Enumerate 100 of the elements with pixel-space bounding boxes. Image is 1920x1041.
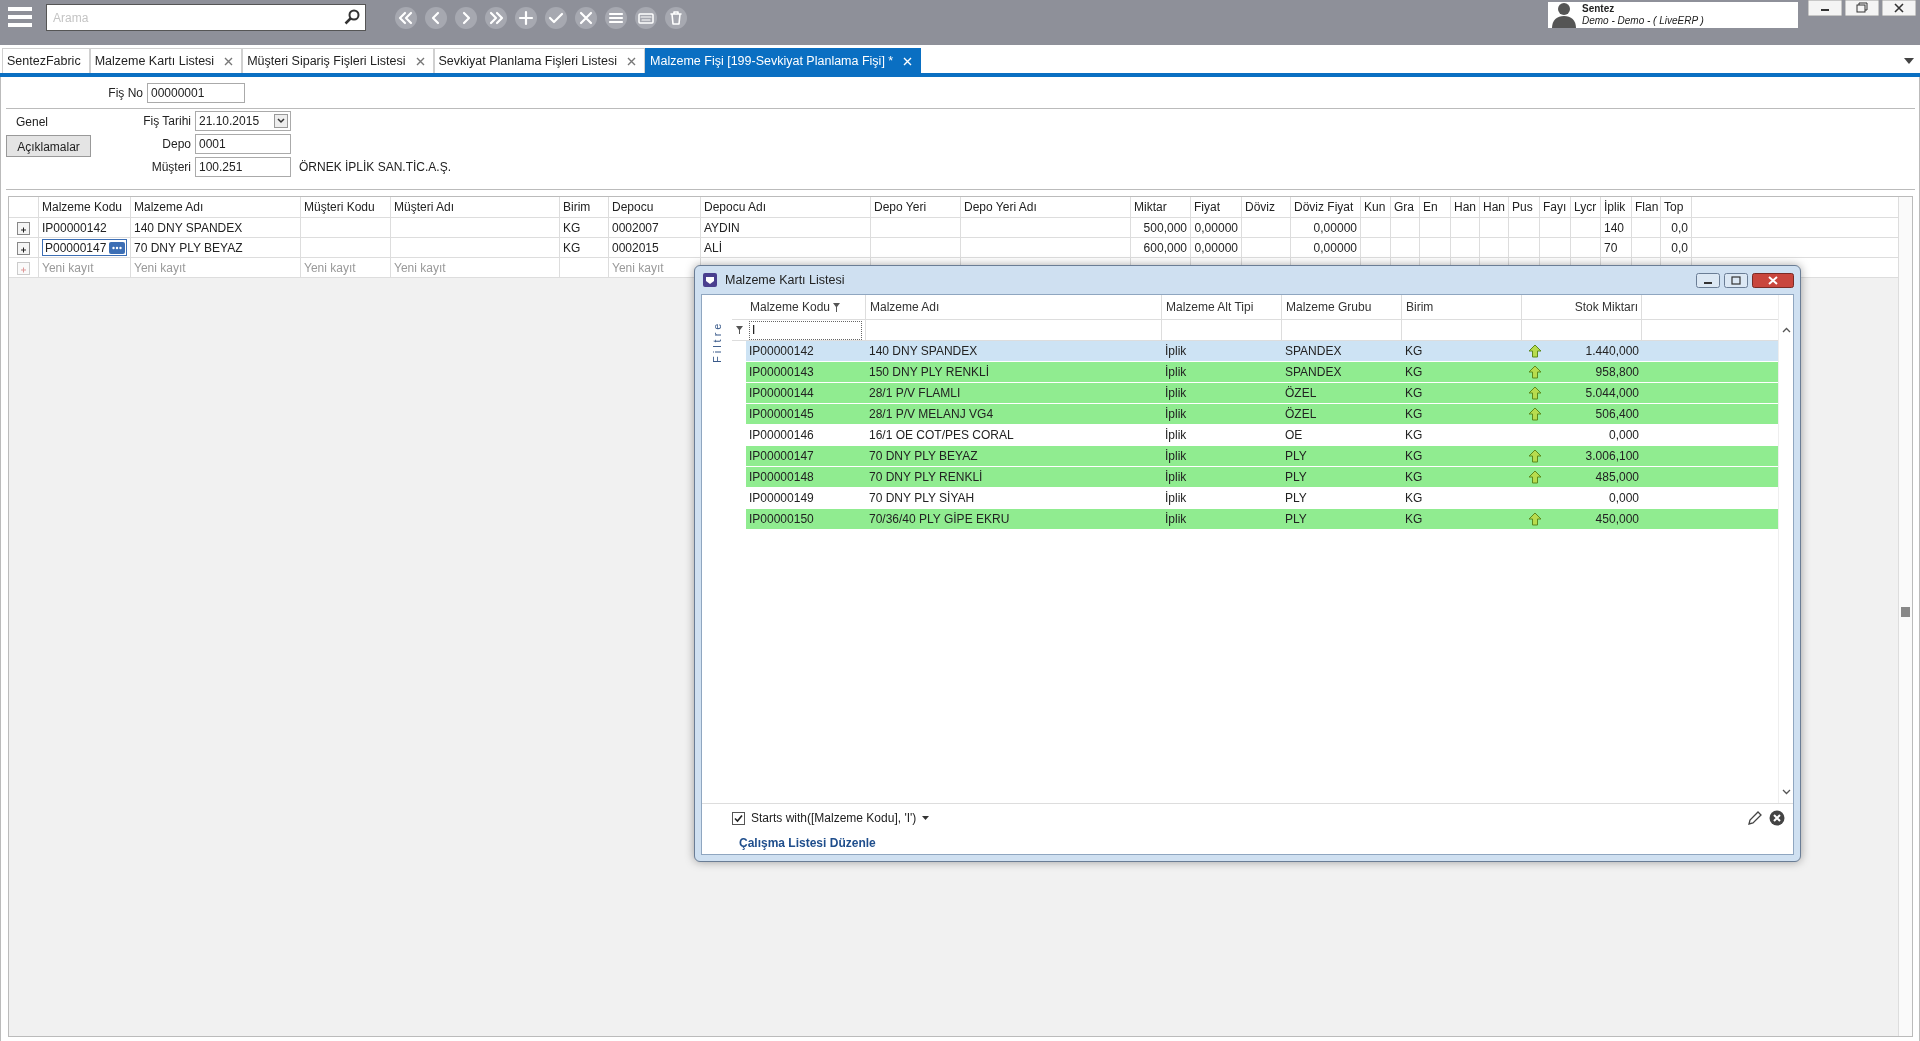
column-header[interactable]: Han xyxy=(1451,197,1480,217)
column-header[interactable]: Kun xyxy=(1361,197,1391,217)
column-header[interactable]: Malzeme Kodu xyxy=(746,295,866,319)
table-row[interactable]: IP00000147 70 DNY PLY BEYAZ İplik PLY KG 3.006,100 xyxy=(746,446,1778,467)
filter-input[interactable]: I xyxy=(749,320,862,340)
column-header[interactable]: Malzeme Kodu xyxy=(39,197,131,217)
column-header[interactable]: Malzeme Alt Tipi xyxy=(1162,295,1282,319)
column-header[interactable]: Malzeme Adı xyxy=(866,295,1162,319)
column-header[interactable]: En xyxy=(1420,197,1451,217)
table-row[interactable]: IP00000142 140 DNY SPANDEX İplik SPANDEX KG 1.440,000 xyxy=(746,341,1778,362)
column-header[interactable]: Döviz Fiyat xyxy=(1291,197,1361,217)
column-header[interactable]: Malzeme Grubu xyxy=(1282,295,1402,319)
ellipsis-icon[interactable] xyxy=(109,241,125,254)
up-arrow-icon xyxy=(1528,449,1542,463)
column-header[interactable]: Fiyat xyxy=(1191,197,1242,217)
table-cell: 506,400 xyxy=(1595,407,1639,421)
search-field[interactable]: Arama xyxy=(46,4,366,31)
column-header[interactable]: Han xyxy=(1480,197,1509,217)
table-cell: KG xyxy=(1405,407,1423,421)
document-tab[interactable]: Sevkiyat Planlama Fişleri Listesi xyxy=(433,48,646,73)
dropdown-icon[interactable] xyxy=(1904,57,1914,64)
table-cell: İplik xyxy=(1165,449,1187,463)
column-header[interactable]: Top xyxy=(1661,197,1692,217)
column-header[interactable]: Lycr xyxy=(1571,197,1601,217)
column-header[interactable]: İplik xyxy=(1601,197,1632,217)
clear-filter-icon[interactable] xyxy=(1769,810,1785,826)
column-header[interactable]: Müşteri Kodu xyxy=(301,197,391,217)
last-icon[interactable] xyxy=(484,6,508,30)
input-field[interactable]: 0001 xyxy=(195,134,291,154)
close-icon[interactable] xyxy=(1752,272,1794,288)
first-icon[interactable] xyxy=(394,6,418,30)
list-icon[interactable] xyxy=(604,6,628,30)
confirm-icon[interactable] xyxy=(544,6,568,30)
side-tab[interactable]: Açıklamalar xyxy=(6,135,91,157)
column-header[interactable]: Malzeme Adı xyxy=(131,197,301,217)
column-header[interactable]: Pus xyxy=(1509,197,1540,217)
menu-icon[interactable] xyxy=(8,6,32,28)
table-row[interactable]: IP00000143 150 DNY PLY RENKLİ İplik SPANDEX KG 958,800 xyxy=(746,362,1778,383)
keyboard-icon[interactable] xyxy=(634,6,658,30)
table-row[interactable]: IP00000145 28/1 P/V MELANJ VG4 İplik ÖZEL KG 506,400 xyxy=(746,404,1778,425)
document-tab[interactable]: Müşteri Sipariş Fişleri Listesi xyxy=(242,48,434,73)
pencil-icon[interactable] xyxy=(1747,810,1763,826)
table-cell: IP00000146 xyxy=(749,428,814,442)
add-icon[interactable] xyxy=(514,6,538,30)
column-header[interactable]: Gra xyxy=(1391,197,1420,217)
column-header[interactable]: Depo Yeri xyxy=(871,197,961,217)
table-cell: IP00000144 xyxy=(749,386,814,400)
table-row[interactable]: IP00000148 70 DNY PLY RENKLİ İplik PLY KG 485,000 xyxy=(746,467,1778,488)
input-field[interactable]: 100.251 xyxy=(195,157,291,177)
document-tab[interactable]: SentezFabric xyxy=(2,48,90,73)
column-header[interactable]: Birim xyxy=(560,197,609,217)
table-row[interactable]: IP00000144 28/1 P/V FLAMLI İplik ÖZEL KG 5.044,000 xyxy=(746,383,1778,404)
column-header[interactable]: Stok Miktarı xyxy=(1522,295,1642,319)
search-icon[interactable] xyxy=(344,9,360,25)
column-header[interactable]: Depo Yeri Adı xyxy=(961,197,1131,217)
checkbox[interactable] xyxy=(732,811,745,825)
minimize-icon[interactable] xyxy=(1696,272,1720,288)
cancel-icon[interactable] xyxy=(574,6,598,30)
column-header[interactable]: Döviz xyxy=(1242,197,1291,217)
cell-editor[interactable]: P00000147 xyxy=(42,239,127,256)
user-panel[interactable]: Sentez Demo - Demo - ( LiveERP ) xyxy=(1548,2,1798,28)
column-header[interactable]: Flan xyxy=(1632,197,1661,217)
table-cell: KG xyxy=(1405,344,1423,358)
table-cell: 0,0 xyxy=(1661,238,1692,257)
column-header[interactable]: Fayı xyxy=(1540,197,1571,217)
table-cell: 5.044,000 xyxy=(1585,386,1639,400)
table-cell: IP00000143 xyxy=(749,365,814,379)
edit-worklist-link[interactable]: Çalışma Listesi Düzenle xyxy=(739,836,876,850)
filter-expression[interactable]: Starts with([Malzeme Kodu], 'I') xyxy=(751,811,917,825)
date-field[interactable]: 21.10.2015 xyxy=(195,111,291,131)
table-cell: 0002007 xyxy=(609,218,701,237)
dropdown-icon[interactable] xyxy=(274,114,288,128)
delete-icon[interactable] xyxy=(664,6,688,30)
table-cell: 485,000 xyxy=(1595,470,1639,484)
expand-icon[interactable] xyxy=(17,222,30,235)
filter-icon[interactable] xyxy=(833,302,841,312)
caret-icon[interactable] xyxy=(922,816,930,820)
column-header[interactable]: Miktar xyxy=(1131,197,1191,217)
tab-label: Müşteri Sipariş Fişleri Listesi xyxy=(247,54,406,68)
up-arrow-icon xyxy=(1528,344,1542,358)
next-icon[interactable] xyxy=(454,6,478,30)
filter-panel-label[interactable]: Filtre xyxy=(711,315,723,363)
table-cell: 70 DNY PLY SİYAH xyxy=(869,491,975,505)
column-header[interactable]: Birim xyxy=(1402,295,1522,319)
table-cell: 70 DNY PLY BEYAZ xyxy=(131,238,301,257)
column-header[interactable]: Depocu Adı xyxy=(701,197,871,217)
column-header[interactable]: Depocu xyxy=(609,197,701,217)
close-icon[interactable] xyxy=(1882,0,1916,16)
minimize-icon[interactable] xyxy=(1808,0,1842,16)
document-tab[interactable]: Malzeme Fişi [199-Sevkiyat Planlama Fişi] * xyxy=(645,48,922,73)
scrollbar-thumb[interactable] xyxy=(1901,607,1910,617)
input-field[interactable]: 00000001 xyxy=(147,83,245,103)
column-header[interactable]: Müşteri Adı xyxy=(391,197,560,217)
document-tab[interactable]: Malzeme Kartı Listesi xyxy=(89,48,243,73)
table-cell: 150 DNY PLY RENKLİ xyxy=(869,365,990,379)
table-row[interactable]: IP00000150 70/36/40 PLY GİPE EKRU İplik PLY KG 450,000 xyxy=(746,509,1778,530)
expand-icon[interactable] xyxy=(17,242,30,255)
prev-icon[interactable] xyxy=(424,6,448,30)
scroll-down-icon[interactable] xyxy=(1781,789,1791,795)
scroll-up-icon[interactable] xyxy=(1781,327,1791,333)
